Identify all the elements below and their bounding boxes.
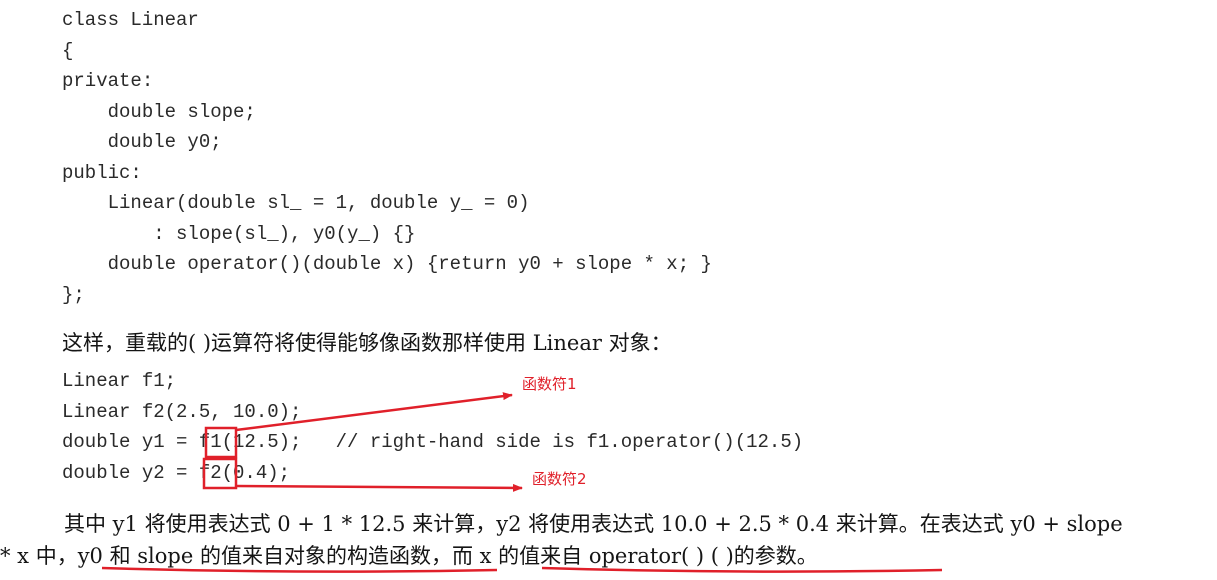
annotation-label-functor-2: 函数符2 [532, 470, 587, 488]
arrow-to-label-1 [235, 392, 513, 432]
highlight-box-f2 [202, 457, 238, 490]
annotation-label-functor-1: 函数符1 [522, 375, 577, 393]
highlight-box-f1 [204, 426, 238, 459]
arrow-to-label-2 [235, 483, 523, 492]
underline-constructor-phrase [101, 566, 498, 573]
underline-operator-phrase [541, 566, 943, 573]
annotation-overlay [101, 392, 943, 573]
